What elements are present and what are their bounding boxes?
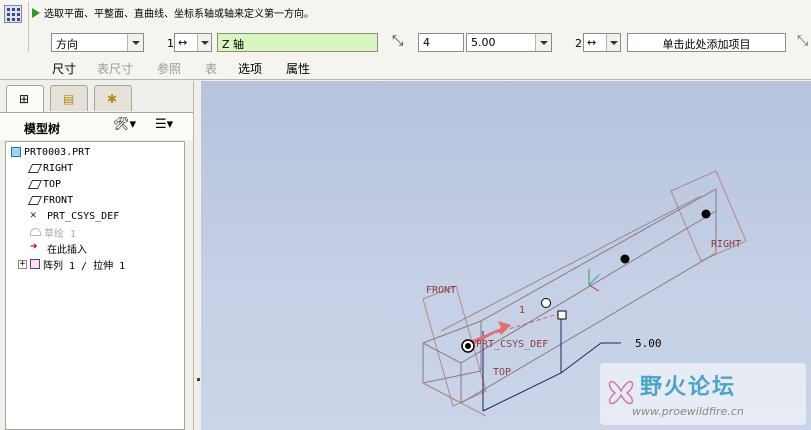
watermark-url: www.proewildfire.cn [632,405,744,418]
flip-arrows-icon: ↔ [178,36,188,49]
tree-item-csys[interactable]: PRT_CSYS_DEF [30,208,119,224]
reference-value: Z 轴 [222,38,245,51]
first-direction-spacing-select[interactable]: 5.00 [466,33,552,52]
panel-splitter[interactable] [197,378,200,381]
axis-label: 1 [519,305,525,316]
tree-item-label: 在此插入 [47,244,87,256]
dimension-icon: ⤡ [392,33,404,49]
tree-item-label: 阵列 1 / 拉伸 1 [43,260,126,272]
count-value: 4 [423,36,430,49]
chevron-down-icon[interactable] [535,34,551,51]
favorites-icon: ✱ [107,92,118,106]
csys-triad-icon [588,269,600,292]
add-item-field[interactable]: 单击此处添加项目 [627,33,786,52]
chevron-down-icon[interactable] [197,34,211,51]
flip-arrows-icon: ↔ [587,36,597,49]
tree-item-sketch[interactable]: 草绘 1 [30,224,76,240]
tab-properties[interactable]: 属性 [286,60,326,77]
csys-icon [30,208,44,222]
expand-toggle[interactable]: + [18,260,27,269]
top-datum-plane [422,382,487,417]
right-plane-label: RIGHT [711,239,741,250]
chevron-down-icon[interactable] [606,34,620,51]
tree-item-label: TOP [43,178,62,190]
tab-folder-browser[interactable]: ▤ [50,85,88,111]
tab-model-tree[interactable]: ⊞ [6,85,44,112]
top-plane-label: TOP [493,367,511,378]
csys-label: PRT_CSYS_DEF [476,339,548,350]
first-direction-count-input[interactable]: 4 [418,33,464,52]
model-tree-title: 模型树 [24,122,61,136]
chevron-down-icon[interactable] [127,34,143,51]
prompt-arrow-icon [32,7,40,18]
pattern-type-select[interactable]: 方向 [51,33,144,52]
tree-item-label: 草绘 1 [44,228,77,240]
message-prompt: 选取平面、平整面、直曲线、坐标系轴或轴来定义第一方向。 [32,5,314,20]
tree-item-insert-here[interactable]: 在此插入 [30,239,87,256]
pattern-dashboard: 选取平面、平整面、直曲线、坐标系轴或轴来定义第一方向。 方向 1 ↔ Z 轴 ⤡… [0,0,811,80]
dimension-icon: ⤡ [797,33,809,49]
watermark: 野火论坛 www.proewildfire.cn [600,363,806,425]
dashboard-tabs: 尺寸 表尺寸 参照 表 选项 属性 [52,60,326,77]
spacing-dimension-label[interactable]: 5.00 [635,337,662,350]
drag-handle[interactable] [557,310,567,320]
second-direction-flip-button[interactable]: ↔ [583,33,621,52]
pattern-member-point [465,343,471,349]
tree-item-pattern[interactable]: 阵列 1 / 拉伸 1 [30,256,125,272]
folder-icon: ▤ [63,92,75,106]
pattern-member-point[interactable] [620,254,630,264]
first-direction-reference-field[interactable]: Z 轴 [217,33,378,52]
watermark-title: 野火论坛 [640,375,737,400]
tree-item-label: RIGHT [43,162,74,174]
tree-item-label: PRT0003.PRT [24,146,91,158]
pattern-type-value: 方向 [56,38,78,51]
spacing-value: 5.00 [471,36,496,49]
tab-table[interactable]: 表 [205,60,238,77]
tree-item-label: FRONT [43,194,74,206]
add-item-label: 单击此处添加项目 [662,38,751,51]
pattern-icon [30,259,40,269]
model-tree: PRT0003.PRT RIGHT TOP FRONT PRT_CSYS_DEF… [5,141,185,430]
prompt-text: 选取平面、平整面、直曲线、坐标系轴或轴来定义第一方向。 [44,9,314,20]
tab-options[interactable]: 选项 [238,60,286,77]
tab-favorites[interactable]: ✱ [94,85,132,111]
pattern-member-point[interactable] [541,298,551,308]
datum-plane-icon [27,179,43,189]
model-tree-header: 模型树 🛠▾ ☰▾ [0,112,193,140]
tree-item-top[interactable]: TOP [27,176,62,192]
first-direction-flip-button[interactable]: ↔ [174,33,212,52]
toolbar-separator [28,2,29,52]
datum-plane-icon [27,195,43,205]
sketch-icon [30,228,41,236]
tab-dimensions[interactable]: 尺寸 [52,60,97,77]
show-menu-icon[interactable]: ☰▾ [155,117,173,132]
pattern-member-point[interactable] [701,209,711,219]
message-grid-icon[interactable] [4,5,22,23]
model-tree-icon: ⊞ [19,92,30,106]
datum-plane-icon [27,163,43,173]
tab-table-dimensions[interactable]: 表尺寸 [97,60,157,77]
part-icon [11,147,21,157]
navigator-panel: ⊞ ▤ ✱ 模型树 🛠▾ ☰▾ PRT0003.PRT RIGHT TOP FR… [0,81,194,430]
tree-item-right[interactable]: RIGHT [27,160,74,176]
insert-here-icon [30,239,44,254]
tab-references[interactable]: 参照 [157,60,205,77]
front-plane-label: FRONT [426,285,456,296]
settings-tools-icon[interactable]: 🛠▾ [113,117,136,132]
first-direction-index: 1 [167,37,174,50]
tree-item-label: PRT_CSYS_DEF [47,210,120,222]
second-direction-index: 2 [575,37,582,50]
tree-item-part[interactable]: PRT0003.PRT [11,144,90,160]
tree-item-front[interactable]: FRONT [27,192,74,208]
